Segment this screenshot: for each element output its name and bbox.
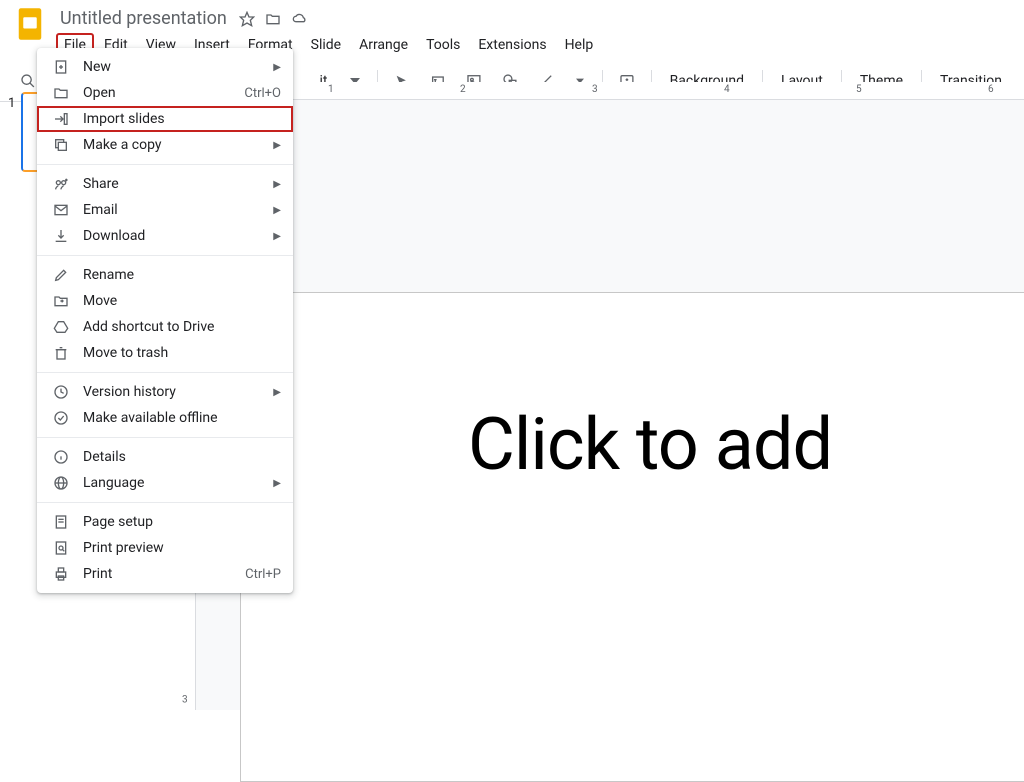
menu-rename[interactable]: Rename xyxy=(37,262,293,288)
submenu-arrow-icon: ▶ xyxy=(273,478,281,489)
rename-icon xyxy=(51,265,71,285)
print-icon xyxy=(51,564,71,584)
menu-version-history-label: Version history xyxy=(83,384,265,400)
drive-shortcut-icon xyxy=(51,317,71,337)
copy-icon xyxy=(51,135,71,155)
menu-import-slides-label: Import slides xyxy=(83,111,281,127)
menu-make-copy[interactable]: Make a copy ▶ xyxy=(37,132,293,158)
menu-new[interactable]: New ▶ xyxy=(37,54,293,80)
menu-import-slides[interactable]: Import slides xyxy=(37,106,293,132)
slides-logo xyxy=(12,6,48,42)
submenu-arrow-icon: ▶ xyxy=(273,231,281,242)
ruler-tick: 5 xyxy=(856,84,862,95)
ruler-tick: 2 xyxy=(460,84,466,95)
menu-divider xyxy=(37,437,293,438)
menu-open[interactable]: Open Ctrl+O xyxy=(37,80,293,106)
menu-share[interactable]: Share ▶ xyxy=(37,171,293,197)
menu-page-setup[interactable]: Page setup xyxy=(37,509,293,535)
title-placeholder[interactable]: Click to add xyxy=(468,402,832,487)
menu-help[interactable]: Help xyxy=(557,33,602,57)
ruler-tick: 3 xyxy=(182,695,188,706)
menu-tools[interactable]: Tools xyxy=(418,33,468,57)
menu-print[interactable]: Print Ctrl+P xyxy=(37,561,293,587)
menu-print-preview[interactable]: Print preview xyxy=(37,535,293,561)
menu-make-copy-label: Make a copy xyxy=(83,137,265,153)
menu-print-shortcut: Ctrl+P xyxy=(245,567,281,582)
import-icon xyxy=(51,109,71,129)
menu-download[interactable]: Download ▶ xyxy=(37,223,293,249)
submenu-arrow-icon: ▶ xyxy=(273,62,281,73)
menu-language-label: Language xyxy=(83,475,265,491)
submenu-arrow-icon: ▶ xyxy=(273,387,281,398)
move-icon xyxy=(51,291,71,311)
menu-divider xyxy=(37,164,293,165)
trash-icon xyxy=(51,343,71,363)
menu-add-shortcut[interactable]: Add shortcut to Drive xyxy=(37,314,293,340)
globe-icon xyxy=(51,473,71,493)
ruler-tick: 4 xyxy=(724,84,730,95)
menu-details[interactable]: Details xyxy=(37,444,293,470)
menu-version-history[interactable]: Version history ▶ xyxy=(37,379,293,405)
title-row: Untitled presentation xyxy=(56,6,601,31)
submenu-arrow-icon: ▶ xyxy=(273,205,281,216)
slide-number: 1 xyxy=(8,96,15,111)
folder-open-icon xyxy=(51,83,71,103)
menu-rename-label: Rename xyxy=(83,267,281,283)
ruler-tick: 1 xyxy=(328,84,334,95)
menu-download-label: Download xyxy=(83,228,265,244)
submenu-arrow-icon: ▶ xyxy=(273,179,281,190)
ruler-tick: 3 xyxy=(592,84,598,95)
star-icon[interactable] xyxy=(239,11,255,27)
menu-divider xyxy=(37,502,293,503)
share-icon xyxy=(51,174,71,194)
menu-email[interactable]: Email ▶ xyxy=(37,197,293,223)
menu-page-setup-label: Page setup xyxy=(83,514,281,530)
menu-move-to-trash[interactable]: Move to trash xyxy=(37,340,293,366)
menu-trash-label: Move to trash xyxy=(83,345,281,361)
menu-share-label: Share xyxy=(83,176,265,192)
document-title[interactable]: Untitled presentation xyxy=(56,6,231,31)
ruler-tick: 6 xyxy=(988,84,994,95)
menu-open-label: Open xyxy=(83,85,244,101)
menu-language[interactable]: Language ▶ xyxy=(37,470,293,496)
menu-move-label: Move xyxy=(83,293,281,309)
move-folder-icon[interactable] xyxy=(265,11,281,27)
menu-offline-label: Make available offline xyxy=(83,410,281,426)
submenu-arrow-icon: ▶ xyxy=(273,140,281,151)
print-preview-icon xyxy=(51,538,71,558)
menu-new-label: New xyxy=(83,59,265,75)
info-icon xyxy=(51,447,71,467)
menu-print-label: Print xyxy=(83,566,245,582)
offline-icon xyxy=(51,408,71,428)
download-icon xyxy=(51,226,71,246)
new-file-icon xyxy=(51,57,71,77)
menu-email-label: Email xyxy=(83,202,265,218)
horizontal-ruler: 1 2 3 4 5 6 xyxy=(178,82,1024,100)
menu-move[interactable]: Move xyxy=(37,288,293,314)
menu-arrange[interactable]: Arrange xyxy=(351,33,416,57)
email-icon xyxy=(51,200,71,220)
menu-open-shortcut: Ctrl+O xyxy=(244,86,281,101)
menu-divider xyxy=(37,372,293,373)
menu-offline[interactable]: Make available offline xyxy=(37,405,293,431)
menu-extensions[interactable]: Extensions xyxy=(470,33,554,57)
canvas-area: 1 2 3 4 5 6 3 Click to add xyxy=(178,82,1024,710)
menu-divider xyxy=(37,255,293,256)
menu-print-preview-label: Print preview xyxy=(83,540,281,556)
slide-canvas[interactable] xyxy=(240,292,1024,782)
page-setup-icon xyxy=(51,512,71,532)
file-dropdown-menu: New ▶ Open Ctrl+O Import slides Make a c… xyxy=(37,48,293,593)
menu-slide[interactable]: Slide xyxy=(303,33,349,57)
history-icon xyxy=(51,382,71,402)
menu-add-shortcut-label: Add shortcut to Drive xyxy=(83,319,281,335)
cloud-status-icon[interactable] xyxy=(291,11,309,27)
menu-details-label: Details xyxy=(83,449,281,465)
